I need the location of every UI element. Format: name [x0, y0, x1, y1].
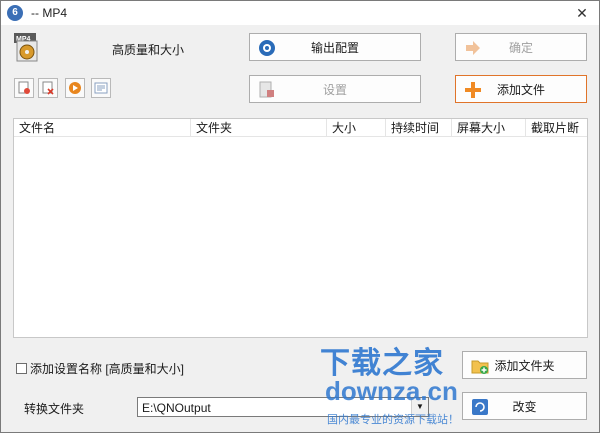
play-button[interactable]: [65, 78, 85, 98]
watermark-slogan: 国内最专业的资源下载站！: [327, 414, 459, 426]
title-bar: 6 -- MP4 ✕: [1, 1, 599, 25]
add-preset-name-label: 添加设置名称 [高质量和大小]: [30, 362, 185, 376]
confirm-button[interactable]: 确定: [455, 33, 587, 61]
change-button[interactable]: 改变: [462, 392, 587, 420]
app-window: 6 -- MP4 ✕ MP4 高质量和大小 输出配置 确定 设置 添加文件 文件…: [0, 0, 600, 433]
add-folder-button[interactable]: 添加文件夹: [462, 351, 587, 379]
output-folder-path: E:\QNOutput: [142, 401, 211, 415]
remove-file-icon: [42, 81, 54, 95]
file-list-table[interactable]: 文件名 文件夹 大小 持续时间 屏幕大小 截取片断: [13, 118, 588, 338]
output-folder-label: 转换文件夹: [24, 402, 85, 416]
settings-gear-icon: [258, 39, 276, 57]
column-header-size[interactable]: 大小: [327, 119, 386, 137]
table-header: 文件名 文件夹 大小 持续时间 屏幕大小 截取片断: [14, 119, 587, 137]
plus-icon: [464, 81, 482, 99]
close-button[interactable]: ✕: [571, 3, 593, 23]
app-logo-icon: 6: [7, 5, 23, 21]
add-preset-name-option[interactable]: 添加设置名称 [高质量和大小]: [16, 360, 184, 377]
play-icon: [69, 82, 81, 94]
watermark-domain: downza.cn: [325, 376, 458, 406]
clear-list-icon: [18, 81, 30, 94]
window-title: -- MP4: [31, 6, 67, 20]
arrow-right-icon: [464, 39, 482, 57]
column-header-duration[interactable]: 持续时间: [386, 119, 452, 137]
file-info-button[interactable]: [91, 78, 111, 98]
column-header-filename[interactable]: 文件名: [14, 119, 191, 137]
output-config-button[interactable]: 输出配置: [249, 33, 421, 61]
refresh-icon: [471, 398, 489, 416]
remove-file-button[interactable]: [38, 78, 58, 98]
mp4-video-file-icon: MP4: [13, 33, 45, 63]
column-header-screen-size[interactable]: 屏幕大小: [452, 119, 526, 137]
column-header-clip-segment[interactable]: 截取片断: [526, 119, 587, 137]
column-header-folder[interactable]: 文件夹: [191, 119, 327, 137]
add-preset-name-checkbox[interactable]: [16, 363, 27, 374]
add-file-button[interactable]: 添加文件: [455, 75, 587, 103]
settings-document-icon: [258, 81, 276, 99]
clear-list-button[interactable]: [14, 78, 34, 98]
file-info-icon: [94, 82, 108, 94]
settings-button[interactable]: 设置: [249, 75, 421, 103]
preset-name: 高质量和大小: [112, 43, 185, 57]
add-folder-icon: [471, 357, 489, 375]
